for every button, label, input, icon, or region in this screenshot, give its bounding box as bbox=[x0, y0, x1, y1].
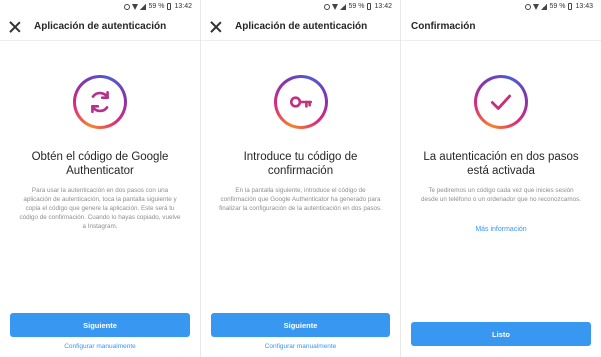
next-button[interactable]: Siguiente bbox=[10, 313, 190, 337]
sync-icon bbox=[91, 90, 109, 114]
app-bar: Aplicación de autenticación bbox=[201, 13, 400, 41]
manual-setup-link[interactable]: Configurar manualmente bbox=[0, 343, 200, 350]
page-title: Confirmación bbox=[411, 21, 476, 32]
screen-get-code: 59 % 13:42 Aplicación de autenticación O… bbox=[0, 0, 200, 357]
heading: Obtén el código de Google Authenticator bbox=[31, 151, 169, 177]
status-bar: 59 % 13:42 bbox=[0, 0, 200, 13]
signal-icon bbox=[139, 3, 146, 10]
vibrate-icon bbox=[524, 3, 531, 10]
wifi-icon bbox=[532, 3, 539, 10]
battery-icon bbox=[167, 3, 172, 10]
signal-icon bbox=[540, 3, 547, 10]
description: Para usar la autenticación en dos pasos … bbox=[19, 187, 181, 230]
screen-confirmation: 59 % 13:43 Confirmación La autenticación… bbox=[400, 0, 601, 357]
status-icons bbox=[323, 3, 346, 10]
screens-container: 59 % 13:42 Aplicación de autenticación O… bbox=[0, 0, 601, 357]
heading: Introduce tu código de confirmación bbox=[243, 151, 358, 177]
done-button[interactable]: Listo bbox=[411, 322, 591, 346]
description: En la pantalla siguiente, introduce el c… bbox=[219, 187, 382, 212]
wifi-icon bbox=[131, 3, 138, 10]
gradient-ring bbox=[73, 75, 127, 129]
gradient-ring bbox=[273, 75, 328, 129]
gradient-ring bbox=[474, 75, 528, 129]
battery-percent: 59 % bbox=[549, 3, 566, 10]
screen-enter-code: 59 % 13:42 Aplicación de autenticación I… bbox=[200, 0, 400, 357]
description: Te pediremos un código cada vez que inic… bbox=[421, 187, 581, 203]
status-time: 13:43 bbox=[575, 3, 593, 10]
close-icon[interactable] bbox=[209, 20, 223, 34]
app-bar: Confirmación bbox=[401, 13, 601, 41]
status-bar: 59 % 13:42 bbox=[201, 0, 400, 13]
vibrate-icon bbox=[323, 3, 330, 10]
signal-icon bbox=[339, 3, 346, 10]
page-title: Aplicación de autenticación bbox=[34, 21, 167, 32]
close-icon[interactable] bbox=[8, 20, 22, 34]
wifi-icon bbox=[331, 3, 338, 10]
checkmark-icon bbox=[490, 94, 512, 110]
battery-icon bbox=[568, 3, 573, 10]
app-bar: Aplicación de autenticación bbox=[0, 13, 200, 41]
status-time: 13:42 bbox=[374, 3, 392, 10]
vibrate-icon bbox=[123, 3, 130, 10]
status-bar: 59 % 13:43 bbox=[401, 0, 601, 13]
status-icons bbox=[123, 3, 146, 10]
manual-setup-link[interactable]: Configurar manualmente bbox=[201, 343, 400, 350]
key-icon bbox=[289, 96, 312, 108]
page-title: Aplicación de autenticación bbox=[235, 21, 368, 32]
more-info-link[interactable]: Más información bbox=[401, 226, 601, 233]
battery-icon bbox=[367, 3, 372, 10]
next-button[interactable]: Siguiente bbox=[211, 313, 390, 337]
battery-percent: 59 % bbox=[148, 3, 165, 10]
status-time: 13:42 bbox=[174, 3, 192, 10]
battery-percent: 59 % bbox=[348, 3, 365, 10]
status-icons bbox=[524, 3, 547, 10]
heading: La autenticación en dos pasos está activ… bbox=[423, 151, 579, 177]
